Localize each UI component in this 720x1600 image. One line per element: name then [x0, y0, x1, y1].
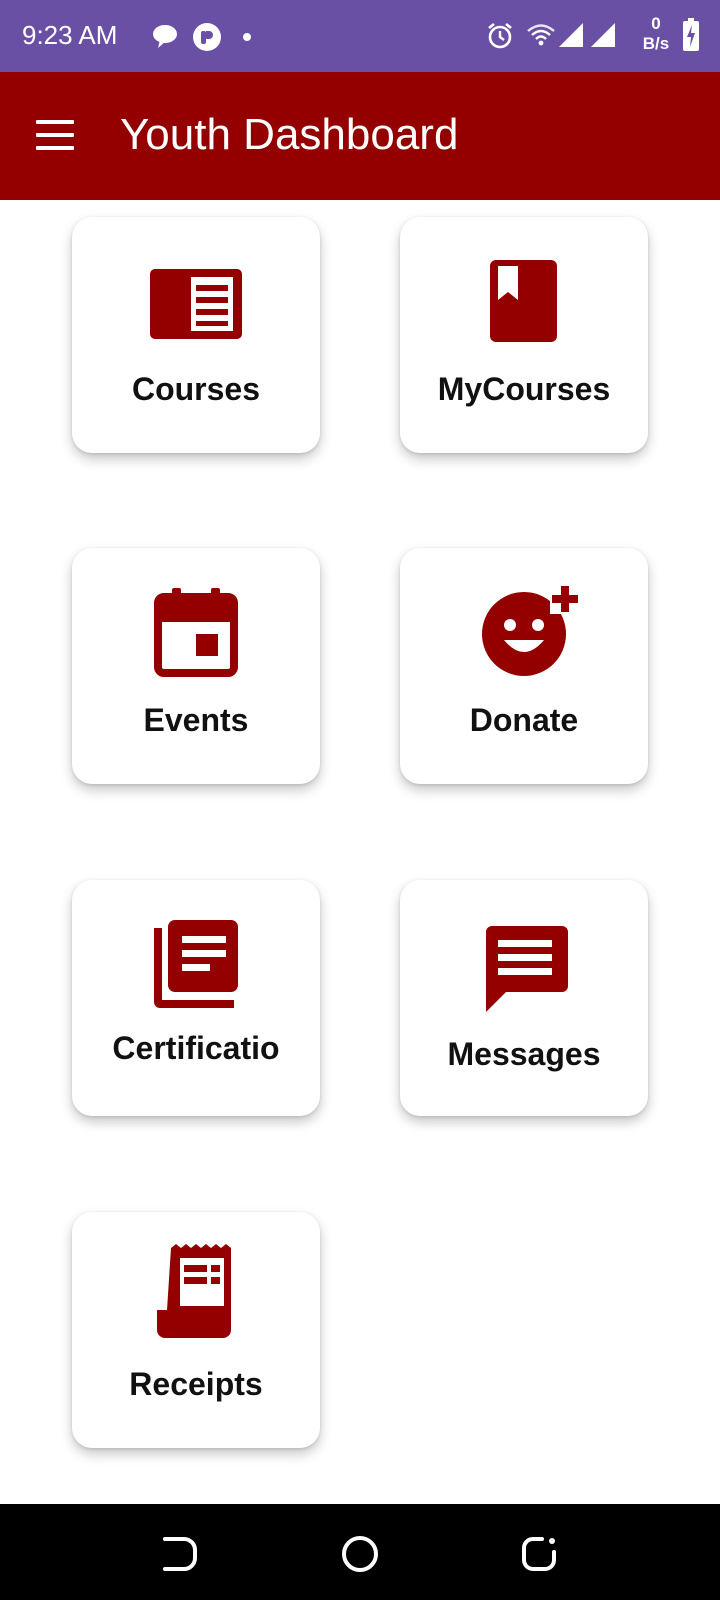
recents-icon[interactable]	[520, 1534, 560, 1574]
network-speed-unit: B/s	[642, 34, 670, 53]
messages-label: Messages	[447, 1036, 601, 1072]
message-icon	[486, 926, 568, 1012]
alarm-icon	[488, 22, 512, 49]
wifi-icon	[527, 24, 555, 46]
status-time: 9:23 AM	[22, 20, 118, 50]
calendar-event-icon	[154, 588, 238, 677]
receipts-label: Receipts	[129, 1366, 263, 1402]
signal-icon	[559, 23, 583, 47]
messages-tile[interactable]: Messages	[400, 880, 648, 1116]
mycourses-label: MyCourses	[437, 371, 611, 407]
dot-icon	[243, 33, 251, 41]
app-bar: Youth Dashboard	[0, 72, 720, 200]
chat-bubble-icon	[153, 25, 177, 48]
certification-tile[interactable]: Certificatio	[72, 880, 320, 1116]
bookmarked-book-icon	[490, 260, 557, 342]
hamburger-menu-icon[interactable]	[34, 118, 76, 152]
courses-label: Courses	[131, 371, 261, 407]
events-label: Events	[143, 702, 249, 738]
courses-tile[interactable]: Courses	[72, 217, 320, 453]
signal-icon	[591, 23, 615, 47]
battery-charging-icon	[683, 18, 699, 51]
network-speed: 0 B/s	[638, 14, 674, 54]
smiley-add-icon	[482, 584, 580, 676]
app-notification-icon	[193, 23, 221, 51]
mycourses-tile[interactable]: MyCourses	[400, 217, 648, 453]
navigation-bar	[0, 1504, 720, 1600]
receipt-icon	[157, 1244, 231, 1338]
home-icon[interactable]	[340, 1534, 380, 1574]
newspaper-icon	[150, 269, 242, 339]
receipts-tile[interactable]: Receipts	[72, 1212, 320, 1448]
back-icon[interactable]	[160, 1534, 200, 1574]
certification-label: Certificatio	[112, 1030, 280, 1066]
donate-tile[interactable]: Donate	[400, 548, 648, 784]
status-bar: 9:23 AM 0 B/s	[0, 0, 720, 72]
donate-label: Donate	[469, 702, 579, 738]
network-speed-value: 0	[651, 14, 661, 33]
page-title: Youth Dashboard	[120, 110, 459, 159]
events-tile[interactable]: Events	[72, 548, 320, 784]
library-books-icon	[154, 920, 238, 1008]
